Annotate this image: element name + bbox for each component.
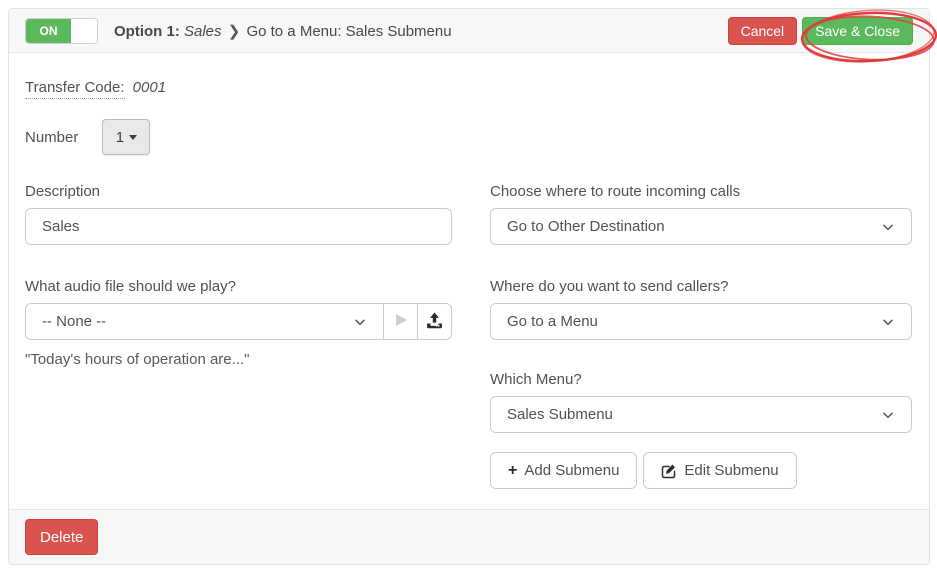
header-actions: Cancel Save & Close [727,16,913,45]
route-select-value: Go to Other Destination [507,218,665,235]
menu-field-group: Which Menu? Sales Submenu [490,371,912,433]
delete-button[interactable]: Delete [25,519,99,555]
caret-down-icon [129,134,138,140]
description-field-group: Description [25,183,452,245]
add-submenu-button[interactable]: + Add Submenu [490,452,638,489]
play-icon [393,312,409,331]
option-editor-panel: ON Option 1: Sales ❯ Go to a Menu: Sales… [8,8,937,565]
send-field-group: Where do you want to send callers? Go to… [490,278,912,340]
save-close-button[interactable]: Save & Close [802,16,913,45]
transfer-code-label: Transfer Code: [25,79,125,99]
route-label: Choose where to route incoming calls [490,183,741,200]
page-title: Option 1: Sales ❯ Go to a Menu: Sales Su… [114,22,452,40]
which-menu-label: Which Menu? [490,371,582,388]
option-action-label: Go to a Menu: Sales Submenu [246,22,452,40]
breadcrumb-separator: ❯ [227,22,241,40]
play-audio-button[interactable] [384,303,418,340]
audio-select-value: -- None -- [42,313,107,330]
audio-select[interactable]: -- None -- [25,303,384,340]
add-submenu-label: Add Submenu [524,462,620,479]
number-row: Number 1 [25,119,912,155]
audio-label: What audio file should we play? [25,278,236,295]
upload-icon [426,312,443,332]
toggle-on-label: ON [26,18,71,43]
footer-bar: Delete [9,509,929,564]
toggle-knob [71,18,97,43]
chevron-down-icon [881,315,895,329]
route-field-group: Choose where to route incoming calls Go … [490,183,912,245]
audio-input-group: -- None -- [25,303,452,340]
chevron-down-icon [881,220,895,234]
number-dropdown[interactable]: 1 [102,119,151,155]
form-body: Transfer Code: 0001 Number 1 Description… [9,53,929,509]
which-menu-select-value: Sales Submenu [507,406,613,423]
send-select[interactable]: Go to a Menu [490,303,912,340]
left-column: Description What audio file should we pl… [25,183,452,489]
description-label: Description [25,183,101,200]
chevron-down-icon [353,315,367,329]
right-column: Choose where to route incoming calls Go … [490,183,912,489]
upload-audio-button[interactable] [418,303,452,340]
number-value: 1 [115,128,125,146]
audio-hint-text: "Today's hours of operation are..." [25,351,250,368]
description-input[interactable] [25,208,452,245]
send-select-value: Go to a Menu [507,313,598,330]
option-number-label: Option 1: [114,22,180,40]
chevron-down-icon [881,408,895,422]
plus-icon: + [508,461,518,479]
which-menu-select[interactable]: Sales Submenu [490,396,912,433]
header-bar: ON Option 1: Sales ❯ Go to a Menu: Sales… [9,9,937,63]
number-label: Number [25,128,79,146]
on-off-toggle[interactable]: ON [25,17,98,44]
edit-submenu-button[interactable]: Edit Submenu [643,452,797,489]
pencil-square-icon [661,463,677,479]
edit-submenu-label: Edit Submenu [684,462,779,479]
two-column-form: Description What audio file should we pl… [25,183,912,489]
option-name-label: Sales [184,22,222,40]
submenu-buttons-row: + Add Submenu Edit Submenu [490,452,912,489]
send-label: Where do you want to send callers? [490,278,729,295]
route-select[interactable]: Go to Other Destination [490,208,912,245]
transfer-code-value: 0001 [132,79,167,96]
transfer-code-row: Transfer Code: 0001 [25,79,912,99]
cancel-button[interactable]: Cancel [727,16,798,45]
audio-field-group: What audio file should we play? -- None … [25,278,452,368]
